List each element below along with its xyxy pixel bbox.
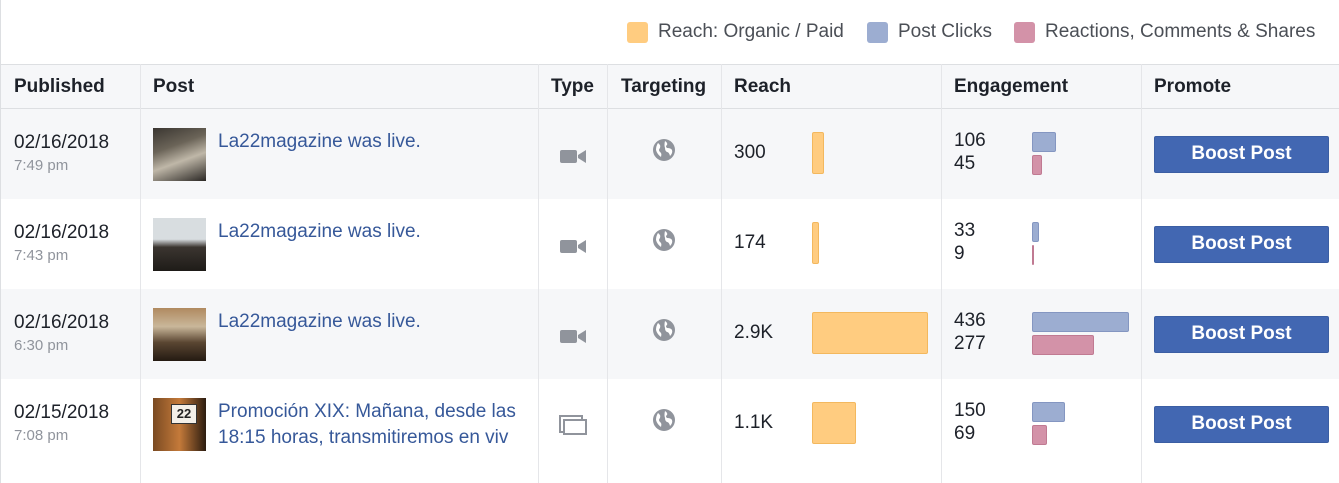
reach-bar xyxy=(812,402,856,444)
reach-value: 300 xyxy=(734,142,766,163)
post-link[interactable]: La22magazine was live. xyxy=(218,309,530,335)
reach-value: 174 xyxy=(734,232,766,253)
globe-icon xyxy=(653,139,675,161)
post-clicks-value: 150 xyxy=(954,400,986,421)
post-link[interactable]: La22magazine was live. xyxy=(218,219,530,245)
post-clicks-bar xyxy=(1032,222,1039,242)
chart-legend: Reach: Organic / Paid Post Clicks Reacti… xyxy=(1,0,1339,64)
post-thumbnail[interactable] xyxy=(153,308,206,361)
header-reach[interactable]: Reach xyxy=(734,65,791,109)
globe-icon xyxy=(653,319,675,341)
published-time: 7:43 pm xyxy=(14,247,69,264)
legend-item-post-clicks: Post Clicks xyxy=(867,19,992,45)
boost-post-button[interactable]: Boost Post xyxy=(1154,406,1329,443)
reach-bar xyxy=(812,222,819,264)
post-clicks-bar xyxy=(1032,402,1065,422)
album-icon xyxy=(559,415,587,435)
post-link[interactable]: Promoción XIX: Mañana, desde las 18:15 h… xyxy=(218,399,530,451)
reactions-bar xyxy=(1032,335,1094,355)
table-row: 02/16/2018 7:49 pm La22magazine was live… xyxy=(1,109,1339,199)
post-clicks-value: 33 xyxy=(954,220,976,241)
published-date: 02/16/2018 xyxy=(14,132,110,153)
header-promote[interactable]: Promote xyxy=(1154,65,1231,109)
reach-value: 1.1K xyxy=(734,412,774,433)
reactions-bar xyxy=(1032,155,1042,175)
legend-swatch-reactions xyxy=(1014,21,1035,43)
post-link[interactable]: La22magazine was live. xyxy=(218,129,530,155)
reactions-value: 69 xyxy=(954,423,976,444)
published-time: 7:49 pm xyxy=(14,157,69,174)
published-date: 02/16/2018 xyxy=(14,312,110,333)
reach-bar xyxy=(812,132,824,174)
legend-item-reach: Reach: Organic / Paid xyxy=(627,19,844,45)
header-type[interactable]: Type xyxy=(551,65,594,109)
post-thumbnail[interactable]: 22 xyxy=(153,398,206,451)
header-published[interactable]: Published xyxy=(14,65,105,109)
legend-label-reactions: Reactions, Comments & Shares xyxy=(1045,21,1316,42)
table-row: 02/15/2018 7:08 pm 22 Promoción XIX: Mañ… xyxy=(1,379,1339,469)
column-divider xyxy=(607,64,608,483)
reactions-bar xyxy=(1032,425,1047,445)
published-date: 02/15/2018 xyxy=(14,402,110,423)
page-insights-posts-table: Reach: Organic / Paid Post Clicks Reacti… xyxy=(0,0,1339,483)
published-time: 6:30 pm xyxy=(14,337,69,354)
column-divider xyxy=(140,64,141,483)
post-thumbnail[interactable] xyxy=(153,128,206,181)
table-row: 02/16/2018 7:43 pm La22magazine was live… xyxy=(1,199,1339,289)
published-time: 7:08 pm xyxy=(14,427,69,444)
reach-value: 2.9K xyxy=(734,322,774,343)
header-engagement[interactable]: Engagement xyxy=(954,65,1068,109)
post-clicks-bar xyxy=(1032,312,1129,332)
legend-swatch-post-clicks xyxy=(867,21,888,43)
globe-icon xyxy=(653,229,675,251)
legend-swatch-reach xyxy=(627,21,648,43)
post-thumbnail[interactable] xyxy=(153,218,206,271)
boost-post-button[interactable]: Boost Post xyxy=(1154,316,1329,353)
table-row: 02/16/2018 6:30 pm La22magazine was live… xyxy=(1,289,1339,379)
video-icon xyxy=(560,240,586,253)
video-icon xyxy=(560,330,586,343)
table-header: Published Post Type Targeting Reach Enga… xyxy=(1,64,1339,109)
video-icon xyxy=(560,150,586,163)
column-divider xyxy=(941,64,942,483)
legend-item-reactions: Reactions, Comments & Shares xyxy=(1014,19,1315,45)
globe-icon xyxy=(653,409,675,431)
reactions-value: 9 xyxy=(954,243,965,264)
post-clicks-bar xyxy=(1032,132,1056,152)
reactions-bar xyxy=(1032,245,1034,265)
reactions-value: 277 xyxy=(954,333,986,354)
legend-label-post-clicks: Post Clicks xyxy=(898,21,992,42)
column-divider xyxy=(1141,64,1142,483)
boost-post-button[interactable]: Boost Post xyxy=(1154,136,1329,173)
published-date: 02/16/2018 xyxy=(14,222,110,243)
legend-label-reach: Reach: Organic / Paid xyxy=(658,21,844,42)
post-clicks-value: 436 xyxy=(954,310,986,331)
column-divider xyxy=(538,64,539,483)
post-clicks-value: 106 xyxy=(954,130,986,151)
reach-bar xyxy=(812,312,928,354)
header-post[interactable]: Post xyxy=(153,65,194,109)
reactions-value: 45 xyxy=(954,153,976,174)
column-divider xyxy=(721,64,722,483)
header-targeting[interactable]: Targeting xyxy=(621,65,706,109)
boost-post-button[interactable]: Boost Post xyxy=(1154,226,1329,263)
